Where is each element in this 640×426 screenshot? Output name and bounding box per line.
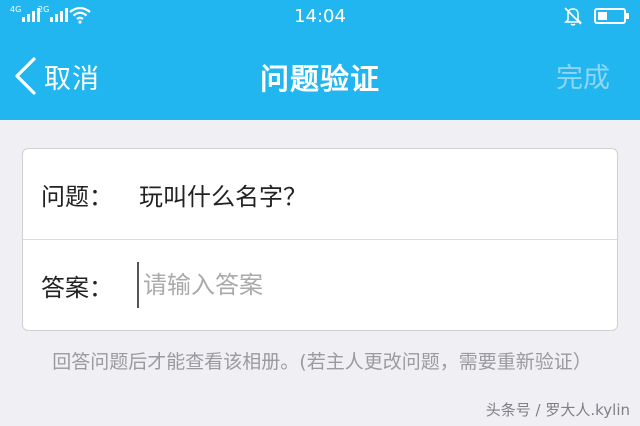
answer-label: 答案： [41, 274, 113, 302]
bell-muted-icon [564, 7, 582, 26]
status-bar: 4G 2G 14:04 [0, 0, 640, 34]
question-label: 问题： [41, 182, 113, 211]
status-time: 14:04 [294, 6, 346, 27]
answer-input[interactable] [137, 262, 597, 308]
app-header: 4G 2G 14:04 取消 问题验证 完成 [0, 0, 640, 120]
question-row: 问题： 玩叫什么名字？ [23, 149, 617, 240]
battery-icon [594, 8, 629, 24]
verification-form: 问题： 玩叫什么名字？ 答案： [22, 148, 618, 331]
done-button[interactable]: 完成 [556, 56, 610, 95]
watermark: 头条号 / 罗大人.kylin [485, 401, 630, 419]
hint-text: 回答问题后才能查看该相册。(若主人更改问题，需要重新验证） [52, 351, 592, 373]
question-text: 玩叫什么名字？ [139, 182, 307, 211]
answer-row: 答案： [23, 240, 617, 331]
nav-bar: 取消 问题验证 完成 [0, 34, 640, 120]
page-title: 问题验证 [259, 62, 380, 96]
